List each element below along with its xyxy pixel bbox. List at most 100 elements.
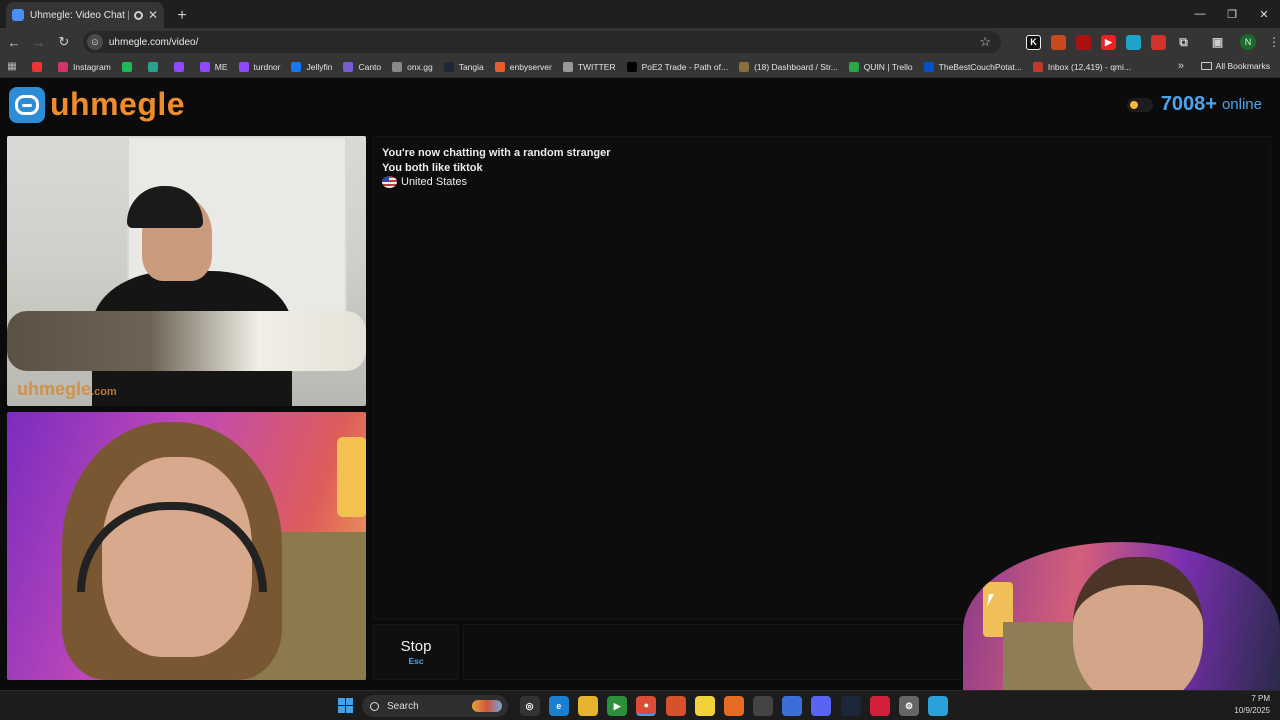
bookmark-item[interactable]: Inbox (12,419) - qmi... <box>1032 61 1131 72</box>
bookmark-item[interactable] <box>121 61 137 72</box>
close-window-button[interactable]: ✕ <box>1248 0 1280 28</box>
bookmark-favicon-icon <box>58 61 68 72</box>
bookmark-favicon-icon <box>562 61 573 72</box>
discord-icon[interactable] <box>811 696 832 716</box>
bookmark-item[interactable]: Tangia <box>443 61 484 72</box>
chat-bubble-icon <box>9 86 45 123</box>
bookmark-item[interactable]: (18) Dashboard / Str... <box>739 61 838 72</box>
bookmark-item[interactable] <box>32 61 47 72</box>
bookmark-label: TheBestCouchPotat... <box>938 61 1022 72</box>
bookmark-label: Tangia <box>458 61 484 72</box>
app-orange-icon[interactable] <box>665 696 686 716</box>
browser-toolbar: ← → ↻ ⊙ uhmegle.com/video/ ☆ K ▶ ⧉ ▣ N ⋮ <box>0 28 1280 56</box>
bookmark-favicon-icon <box>443 61 454 72</box>
sticky-notes-icon[interactable] <box>694 696 715 716</box>
bookmark-favicon-icon <box>739 61 750 72</box>
extension-youtube-icon[interactable]: ▶ <box>1101 34 1116 50</box>
apps-grid-icon[interactable]: ▦ <box>0 61 24 72</box>
notepad-icon[interactable] <box>928 696 949 716</box>
taskview-icon[interactable]: ◎ <box>519 696 540 716</box>
bookmarks-overflow-icon[interactable]: » <box>1178 60 1184 72</box>
bookmark-item[interactable]: TheBestCouchPotat... <box>923 61 1022 72</box>
app-red-icon[interactable] <box>869 696 890 716</box>
system-clock[interactable]: 7 PM 10/9/2025 <box>1234 693 1270 717</box>
bookmark-label: Instagram <box>73 61 111 72</box>
stop-button[interactable]: Stop Esc <box>373 624 459 680</box>
close-tab-icon[interactable]: ✕ <box>148 8 158 22</box>
address-bar[interactable]: ⊙ uhmegle.com/video/ ☆ <box>82 31 1001 53</box>
url-text[interactable]: uhmegle.com/video/ <box>109 37 979 48</box>
extension-k-icon[interactable]: K <box>1026 34 1041 50</box>
tab-strip: Uhmegle: Video Chat | Ome ✕ + — ❐ ✕ <box>0 0 1280 28</box>
restore-button[interactable]: ❐ <box>1216 0 1248 28</box>
edge-icon[interactable]: e <box>548 696 569 716</box>
bookmark-label: PoE2 Trade - Path of... <box>641 61 729 72</box>
bookmark-favicon-icon <box>923 61 934 72</box>
theme-toggle[interactable] <box>1126 97 1153 112</box>
tab-title: Uhmegle: Video Chat | Ome <box>30 9 129 21</box>
play-icon[interactable]: ▶ <box>607 696 628 716</box>
bookmark-favicon-icon <box>343 61 354 72</box>
forward-button[interactable]: → <box>28 31 50 53</box>
stranger-country: United States <box>382 176 1262 188</box>
bookmark-label: ME <box>214 61 228 72</box>
extension-fox-icon[interactable] <box>1051 34 1066 50</box>
bookmark-favicon-icon <box>291 61 302 72</box>
bookmark-item[interactable]: turdnor <box>238 61 280 72</box>
chrome-icon[interactable]: ● <box>636 696 657 716</box>
back-button[interactable]: ← <box>3 31 25 53</box>
minimize-button[interactable]: — <box>1184 0 1216 28</box>
bookmarks-bar: ▦ Instagram ME turdnor Jellyfin Canto onx.gg T… <box>0 56 1280 78</box>
bookmark-item[interactable]: enbyserver <box>494 61 552 72</box>
profile-avatar[interactable]: N <box>1240 34 1256 50</box>
file-explorer-icon[interactable] <box>577 696 598 716</box>
site-favicon-icon <box>12 9 24 21</box>
settings-gear-icon[interactable]: ⚙ <box>899 696 920 716</box>
taskbar-search-label: Search <box>387 700 419 712</box>
bookmark-label: TWITTER <box>577 61 616 72</box>
tab-uhmegle[interactable]: Uhmegle: Video Chat | Ome ✕ <box>6 2 164 28</box>
new-tab-button[interactable]: + <box>170 4 194 28</box>
app-blue-icon[interactable] <box>782 696 803 716</box>
all-bookmarks-button[interactable]: All Bookmarks <box>1200 61 1270 71</box>
extension-translate-icon[interactable] <box>1126 34 1141 50</box>
extensions-puzzle-icon[interactable]: ⧉ <box>1176 35 1191 50</box>
all-bookmarks-label: All Bookmarks <box>1215 61 1270 71</box>
steam-icon[interactable] <box>840 696 861 716</box>
side-panel-icon[interactable]: ▣ <box>1210 35 1225 50</box>
bookmark-star-icon[interactable]: ☆ <box>979 34 997 50</box>
firefox-icon[interactable] <box>723 696 744 716</box>
bookmark-item[interactable] <box>173 61 189 72</box>
clock-date: 10/9/2025 <box>1234 706 1270 715</box>
bookmark-item[interactable]: PoE2 Trade - Path of... <box>626 61 729 72</box>
bookmark-item[interactable]: ME <box>199 61 228 72</box>
chat-interest-line: You both like tiktok <box>382 161 483 174</box>
windows-start-icon[interactable] <box>338 698 353 713</box>
app-gray-icon[interactable] <box>753 696 774 716</box>
extension-red-icon[interactable] <box>1076 34 1091 50</box>
search-icon <box>370 701 379 711</box>
bookmark-item[interactable]: Jellyfin <box>291 61 333 72</box>
extension-shield-icon[interactable] <box>1151 34 1166 50</box>
video-watermark: uhmegle.com <box>17 379 117 399</box>
browser-menu-icon[interactable]: ⋮ <box>1268 35 1280 49</box>
bookmark-favicon-icon <box>173 61 184 72</box>
bookmark-label: Jellyfin <box>306 61 333 72</box>
online-indicator: 7008+ online <box>1126 93 1262 116</box>
bookmark-item[interactable]: onx.gg <box>392 61 433 72</box>
bookmark-item[interactable]: Instagram <box>58 61 111 72</box>
bookmark-item[interactable]: Canto <box>343 61 381 72</box>
site-info-icon[interactable]: ⊙ <box>86 34 103 50</box>
taskbar-search[interactable]: Search <box>362 695 508 717</box>
site-logo[interactable]: uhmegle <box>9 86 185 123</box>
us-flag-icon <box>382 176 397 188</box>
reload-button[interactable]: ↻ <box>53 31 75 53</box>
country-label: United States <box>401 176 468 188</box>
bookmark-favicon-icon <box>494 61 505 72</box>
bookmark-favicon-icon <box>392 61 403 72</box>
uhmegle-page: uhmegle 7008+ online uhmegle.com You're … <box>0 79 1280 690</box>
bookmark-item[interactable]: TWITTER <box>562 61 616 72</box>
bookmark-item[interactable]: QUIN | Trello <box>848 61 913 72</box>
bookmark-favicon-icon <box>848 61 859 72</box>
bookmark-item[interactable] <box>147 61 163 72</box>
